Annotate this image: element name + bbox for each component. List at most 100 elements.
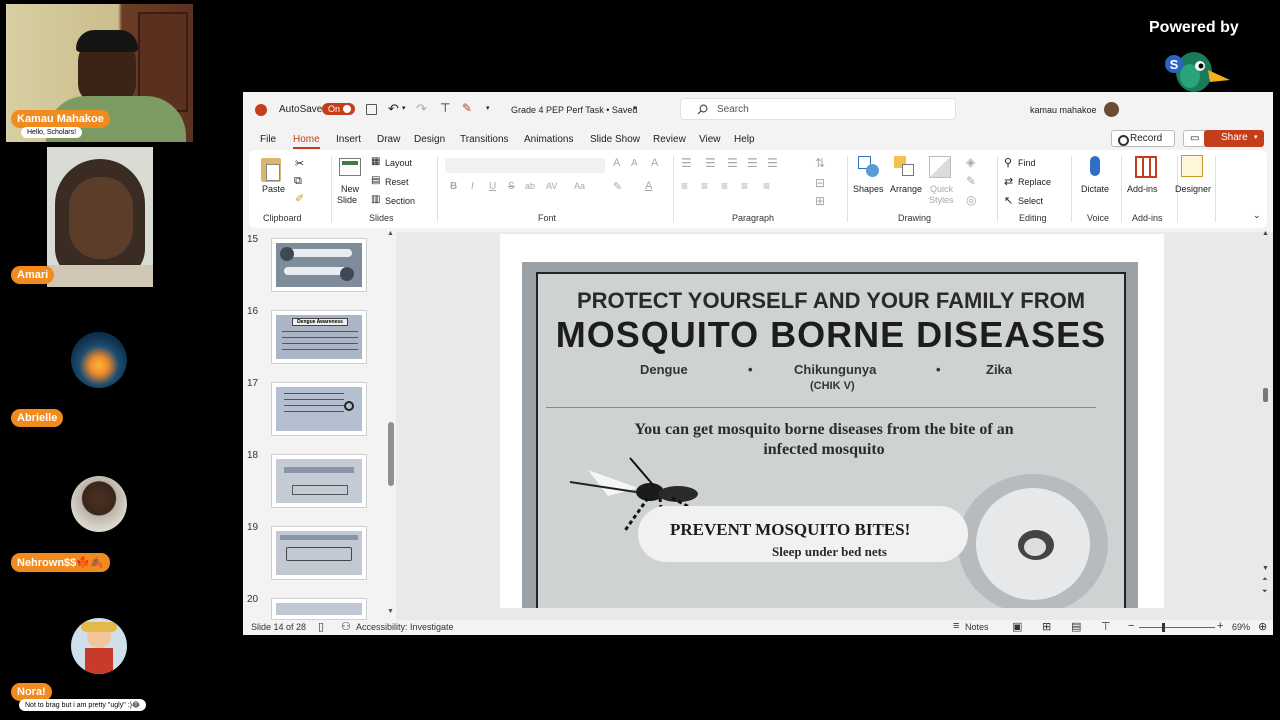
grow-font-icon[interactable]: A	[613, 157, 620, 169]
thumbnail-scrollbar[interactable]	[388, 422, 394, 486]
pen-icon[interactable]: ✎	[462, 101, 472, 115]
bold-button[interactable]: B	[450, 181, 457, 192]
slide-thumbnail-20[interactable]	[271, 598, 367, 620]
slide-thumbnail-19[interactable]	[271, 526, 367, 580]
paste-button[interactable]: Paste	[262, 184, 285, 194]
tab-file[interactable]: File	[260, 134, 276, 145]
tab-slide-show[interactable]: Slide Show	[590, 134, 640, 145]
tab-animations[interactable]: Animations	[524, 134, 573, 145]
tab-view[interactable]: View	[699, 134, 721, 145]
strikethrough-button[interactable]: S	[508, 181, 515, 192]
tab-home[interactable]: Home	[293, 134, 320, 149]
line-spacing-icon[interactable]: ☰	[767, 156, 778, 170]
highlight-icon[interactable]: ✎	[613, 180, 622, 193]
thumbnail-scroll-down-icon[interactable]: ▼	[387, 608, 394, 615]
new-slide-icon[interactable]	[339, 158, 361, 176]
zoom-slider-thumb[interactable]	[1162, 623, 1165, 632]
redo-icon[interactable]: ↷	[416, 101, 427, 117]
tab-design[interactable]: Design	[414, 134, 445, 145]
justify-icon[interactable]: ≡	[741, 179, 748, 193]
undo-dropdown-icon[interactable]: ▾	[402, 104, 406, 112]
new-slide-button[interactable]: New	[341, 184, 359, 194]
layout-icon[interactable]: ▦	[371, 156, 380, 167]
select-button[interactable]: Select	[1018, 196, 1043, 206]
arrange-icon[interactable]	[894, 156, 916, 178]
section-icon[interactable]: ▥	[371, 194, 380, 205]
slide-thumbnail-pane[interactable]: 15 16 Dengue Awareness 17 18 19 20 ▲ ▼	[243, 230, 395, 620]
tab-draw[interactable]: Draw	[377, 134, 400, 145]
scroll-thumb[interactable]	[1263, 388, 1268, 402]
add-ins-icon[interactable]	[1135, 156, 1157, 178]
increase-indent-icon[interactable]: ☰	[747, 156, 758, 170]
copy-icon[interactable]: ⧉	[294, 175, 302, 188]
save-icon[interactable]	[366, 104, 377, 115]
accessibility-icon[interactable]: ⚇	[341, 620, 351, 633]
accessibility-status[interactable]: Accessibility: Investigate	[356, 622, 454, 632]
quick-styles-button-line2[interactable]: Styles	[929, 195, 954, 205]
customize-toolbar-icon[interactable]: ▾	[486, 104, 490, 112]
tab-transitions[interactable]: Transitions	[460, 134, 509, 145]
slide-sorter-icon[interactable]: ⊞	[1042, 620, 1051, 633]
columns-icon[interactable]: ≡	[763, 179, 770, 193]
decrease-indent-icon[interactable]: ☰	[727, 156, 738, 170]
notes-icon[interactable]: ≡	[953, 620, 959, 632]
ribbon-collapse-icon[interactable]: ⌄	[1253, 210, 1261, 221]
document-title[interactable]: Grade 4 PEP Perf Task • Saved	[511, 105, 637, 115]
align-text-icon[interactable]: ⊟	[815, 176, 825, 190]
add-ins-button[interactable]: Add-ins	[1127, 184, 1158, 194]
slide-thumbnail-17[interactable]	[271, 382, 367, 436]
slide-thumbnail-16[interactable]: Dengue Awareness	[271, 310, 367, 364]
reset-icon[interactable]: ▤	[371, 175, 380, 186]
quick-styles-button[interactable]: Quick	[930, 184, 953, 194]
replace-icon[interactable]: ⇄	[1004, 175, 1013, 188]
align-left-icon[interactable]: ≡	[681, 179, 688, 193]
shadow-button[interactable]: ab	[525, 181, 535, 191]
dictate-button[interactable]: Dictate	[1081, 184, 1109, 194]
designer-icon[interactable]	[1181, 155, 1203, 177]
new-slide-button-line2[interactable]: Slide	[337, 195, 357, 205]
undo-icon[interactable]: ↶	[388, 101, 399, 117]
designer-button[interactable]: Designer	[1175, 184, 1211, 194]
shapes-button[interactable]: Shapes	[853, 184, 884, 194]
shrink-font-icon[interactable]: A	[631, 158, 638, 169]
text-direction-icon[interactable]: ⇅	[815, 156, 825, 170]
clear-format-icon[interactable]: A	[651, 157, 658, 169]
slideshow-view-icon[interactable]: ⊤	[1101, 620, 1111, 633]
search-input[interactable]: Search	[680, 98, 956, 120]
bullets-icon[interactable]: ☰	[681, 156, 692, 170]
thumbnail-scroll-up-icon[interactable]: ▲	[387, 230, 394, 237]
tab-review[interactable]: Review	[653, 134, 686, 145]
section-button[interactable]: Section	[385, 196, 415, 206]
autosave-toggle[interactable]: On	[322, 103, 356, 115]
find-icon[interactable]: ⚲	[1004, 156, 1012, 169]
slide-scrollbar[interactable]: ▲ ▼ ⏶ ⏷	[1259, 230, 1273, 620]
notes-button[interactable]: Notes	[965, 622, 989, 632]
user-name[interactable]: kamau mahakoe	[1030, 105, 1097, 115]
tab-help[interactable]: Help	[734, 134, 755, 145]
reading-view-icon[interactable]: ▤	[1071, 620, 1081, 633]
slide-thumbnail-18[interactable]	[271, 454, 367, 508]
record-button[interactable]: Record	[1111, 130, 1175, 147]
present-icon[interactable]: ⊤	[440, 101, 450, 115]
scroll-up-icon[interactable]: ▲	[1262, 230, 1269, 237]
numbering-icon[interactable]: ☰	[705, 156, 716, 170]
align-right-icon[interactable]: ≡	[721, 179, 728, 193]
zoom-level[interactable]: 69%	[1232, 622, 1250, 632]
reset-button[interactable]: Reset	[385, 177, 409, 187]
shapes-icon[interactable]	[858, 156, 880, 178]
shape-effects-icon[interactable]: ◎	[966, 193, 976, 207]
shape-fill-icon[interactable]: ◈	[966, 155, 975, 169]
user-avatar[interactable]	[1104, 102, 1119, 117]
normal-view-icon[interactable]: ▣	[1012, 620, 1022, 633]
spellcheck-icon[interactable]: ▯	[318, 620, 324, 633]
scroll-down-icon[interactable]: ▼	[1262, 565, 1269, 572]
smartart-icon[interactable]: ⊞	[815, 194, 825, 208]
cut-icon[interactable]: ✂	[295, 157, 304, 170]
align-center-icon[interactable]: ≡	[701, 179, 708, 193]
layout-button[interactable]: Layout	[385, 158, 412, 168]
zoom-slider[interactable]	[1139, 627, 1215, 628]
font-color-button[interactable]: A	[645, 180, 652, 192]
next-slide-icon[interactable]: ⏷	[1262, 588, 1268, 596]
char-spacing-button[interactable]: AV	[546, 181, 557, 191]
microphone-icon[interactable]	[1090, 156, 1100, 176]
